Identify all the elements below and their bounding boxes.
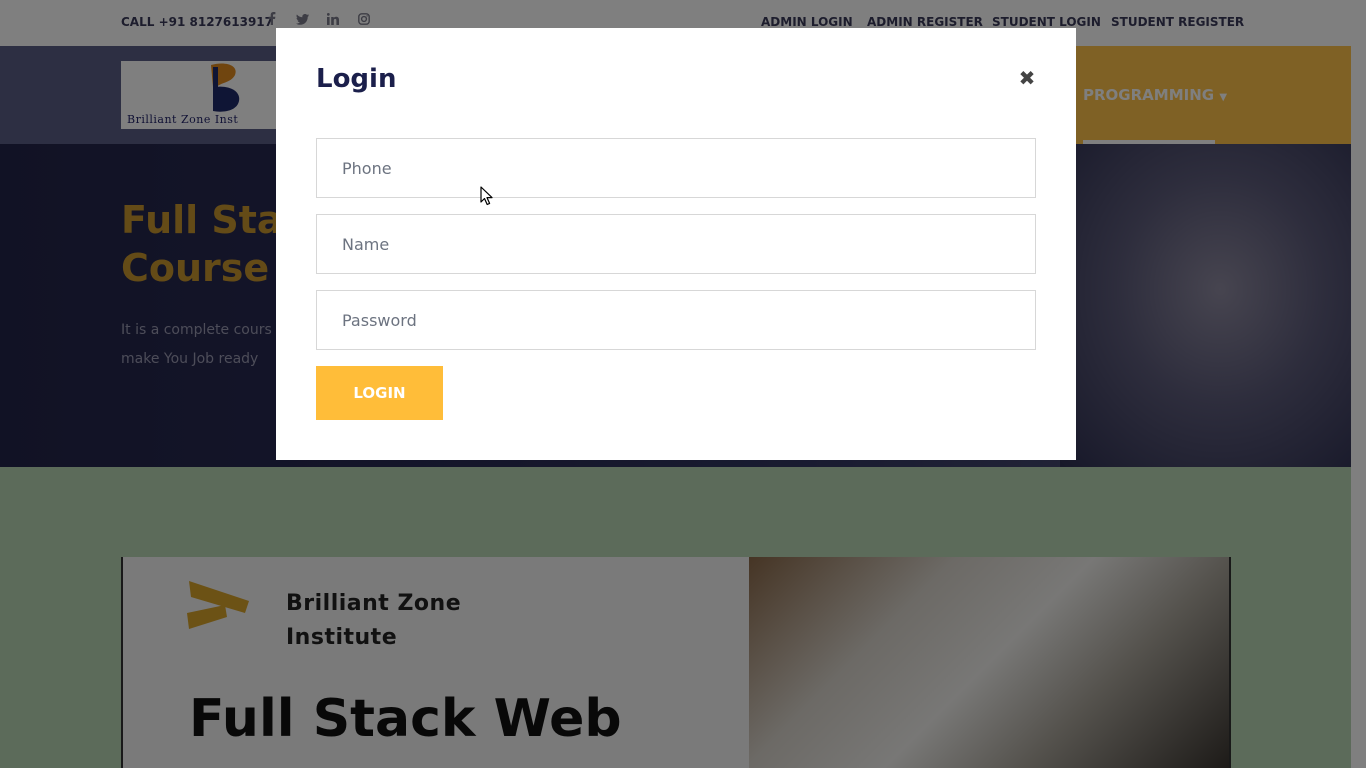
- name-input[interactable]: [316, 214, 1036, 274]
- mouse-cursor-icon: [480, 186, 493, 206]
- password-input[interactable]: [316, 290, 1036, 350]
- login-button[interactable]: LOGIN: [316, 366, 443, 420]
- close-icon[interactable]: ✖: [1015, 64, 1039, 92]
- phone-input[interactable]: [316, 138, 1036, 198]
- login-modal: Login ✖ LOGIN: [276, 28, 1076, 460]
- modal-title: Login: [316, 64, 397, 94]
